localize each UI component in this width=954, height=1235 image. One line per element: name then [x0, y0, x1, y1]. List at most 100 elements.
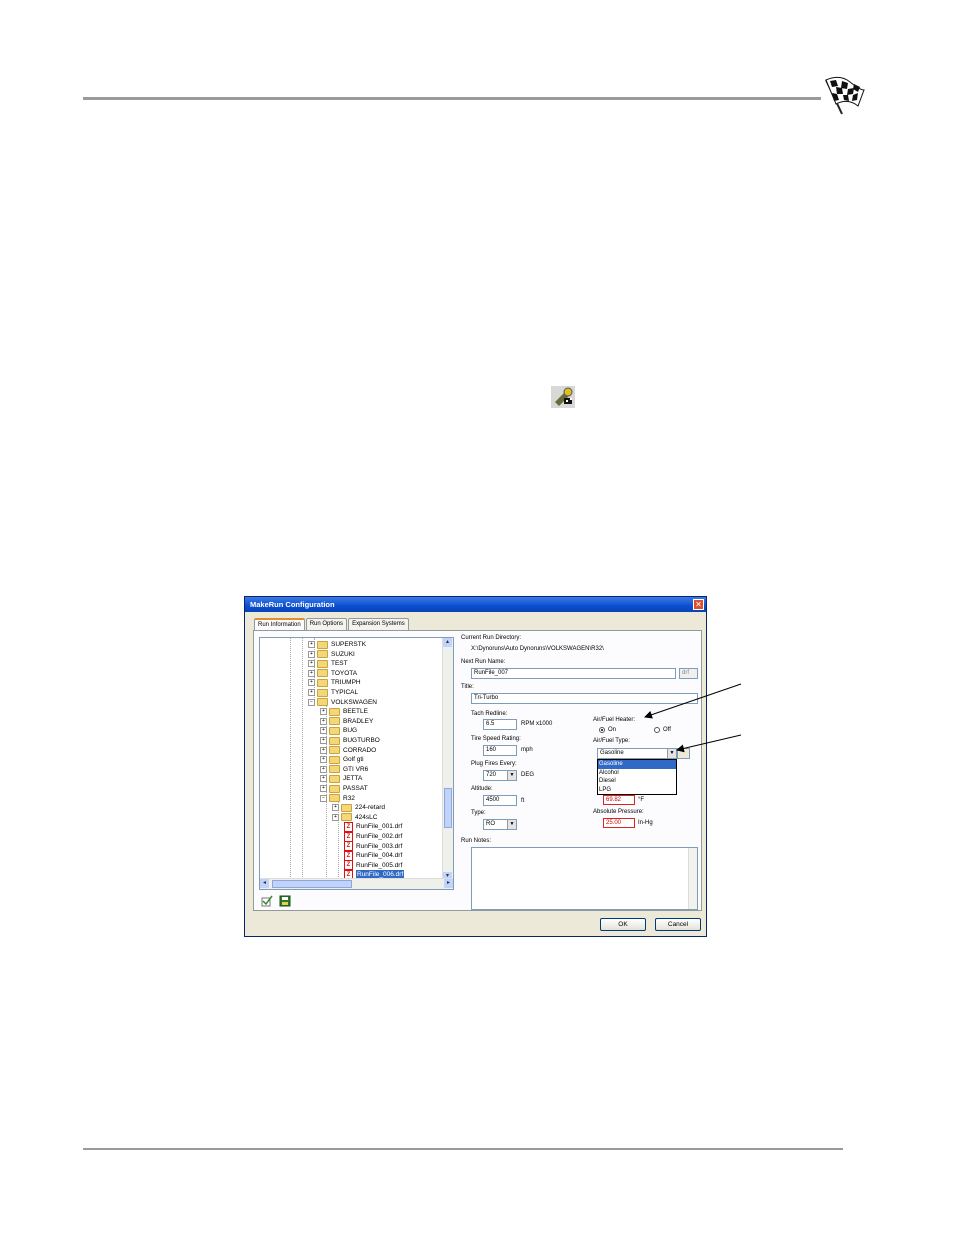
expand-toggle-icon[interactable]: + — [320, 717, 327, 725]
check-icon[interactable] — [261, 895, 273, 907]
expand-toggle-icon[interactable]: + — [308, 650, 315, 658]
folder-icon — [329, 726, 340, 735]
folder-icon — [341, 813, 352, 822]
tree-item[interactable]: + TYPICAL — [308, 688, 358, 697]
tab-run-options[interactable]: Run Options — [305, 618, 348, 630]
save-icon[interactable] — [279, 895, 291, 907]
expand-toggle-icon[interactable]: + — [308, 689, 315, 696]
tree-vertical-scrollbar[interactable]: ▴ ▾ — [442, 638, 453, 881]
expand-toggle-icon[interactable]: + — [332, 813, 339, 821]
tree-item[interactable]: + JETTA — [320, 774, 362, 783]
expand-toggle-icon[interactable]: + — [320, 785, 327, 792]
expand-toggle-icon[interactable]: + — [320, 737, 327, 744]
tree-item[interactable]: + Golf gti — [320, 755, 364, 764]
tree-item[interactable]: − VOLKSWAGEN — [308, 698, 377, 707]
expand-toggle-icon[interactable]: + — [308, 679, 315, 687]
expand-toggle-icon[interactable]: − — [320, 794, 327, 802]
tree-item[interactable]: + BEETLE — [320, 707, 368, 716]
expand-toggle-icon[interactable]: + — [320, 775, 327, 783]
tree-item[interactable]: Z RunFile_003.drf — [344, 841, 402, 852]
tree-vertical-scroll-thumb[interactable] — [444, 788, 452, 828]
altitude-unit: ft — [521, 798, 525, 804]
ok-button[interactable]: OK — [600, 918, 646, 931]
tree-item[interactable]: + BUG — [320, 726, 357, 735]
tree-item-label: PASSAT — [343, 785, 368, 792]
folder-icon — [329, 736, 340, 745]
expand-toggle-icon[interactable]: + — [320, 765, 327, 773]
folder-icon — [329, 765, 340, 774]
tree-item[interactable]: − R32 — [320, 794, 355, 803]
tree-item[interactable]: + GTI VR6 — [320, 765, 368, 774]
air-fuel-type-dropdown-list[interactable]: Gasoline Alcohol Diesel LPG — [597, 759, 677, 795]
tree-item[interactable]: + TRIUMPH — [308, 678, 361, 687]
tree-item-label: BUGTURBO — [343, 737, 380, 744]
tree-item[interactable]: + BRADLEY — [320, 717, 373, 726]
dialog-title: MakeRun Configuration — [245, 597, 706, 612]
makerun-configuration-dialog: MakeRun Configuration ✕ Run Information … — [244, 596, 707, 937]
folder-icon — [317, 698, 328, 707]
dropdown-option-lpg[interactable]: LPG — [598, 786, 676, 795]
tree-item[interactable]: Z RunFile_004.drf — [344, 850, 402, 861]
air-fuel-heater-label: Air/Fuel Heater: — [593, 717, 636, 723]
tree-horizontal-scrollbar[interactable]: ◂ ▸ — [260, 878, 453, 889]
tree-item[interactable]: Z RunFile_005.drf — [344, 860, 402, 871]
tree-item[interactable]: + SUPERSTK — [308, 640, 366, 649]
folder-icon — [329, 774, 340, 783]
run-file-icon: Z — [344, 850, 353, 861]
tire-speed-input[interactable]: 160 — [483, 745, 517, 756]
tree-item[interactable]: + BUGTURBO — [320, 736, 380, 745]
expand-toggle-icon[interactable]: − — [308, 698, 315, 706]
run-notes-textarea[interactable] — [471, 847, 698, 910]
tach-redline-input[interactable]: 6.5 — [483, 719, 517, 730]
folder-icon — [341, 803, 352, 812]
expand-toggle-icon[interactable]: + — [320, 708, 327, 716]
dropdown-option-diesel[interactable]: Diesel — [598, 777, 676, 786]
temperature-unit: °F — [638, 797, 645, 803]
run-directory-tree[interactable]: + SUPERSTK + SUZUKI + TEST + TOYOTA + TRIUMPH + TYP… — [259, 637, 454, 890]
air-fuel-type-select[interactable]: Gasoline ▼ — [597, 748, 677, 759]
heater-off-radio[interactable] — [654, 727, 660, 733]
temperature-input[interactable]: 69.82 — [603, 795, 635, 805]
close-button[interactable]: ✕ — [693, 599, 704, 610]
heater-on-radio[interactable] — [599, 727, 605, 733]
expand-toggle-icon[interactable]: + — [308, 641, 315, 648]
folder-icon — [329, 707, 340, 716]
tree-item-label: TOYOTA — [331, 669, 358, 677]
tree-item[interactable]: + SUZUKI — [308, 650, 355, 659]
chevron-down-icon[interactable]: ▼ — [507, 820, 516, 829]
tree-item[interactable]: Z RunFile_002.drf — [344, 831, 402, 842]
tree-item-label: 424sLC — [355, 813, 378, 821]
title-label: Title: — [461, 684, 474, 690]
tree-item[interactable]: +224-retard — [332, 803, 385, 812]
dropdown-option-alcohol[interactable]: Alcohol — [598, 769, 676, 778]
plug-fires-select[interactable]: 720 ▼ — [483, 770, 517, 781]
type-select[interactable]: RO ▼ — [483, 819, 517, 830]
tree-item[interactable]: + CORRADO — [320, 746, 376, 755]
tree-item[interactable]: + TEST — [308, 659, 348, 668]
tab-expansion-systems[interactable]: Expansion Systems — [348, 618, 409, 630]
dropdown-option-gasoline[interactable]: Gasoline — [598, 760, 676, 769]
cancel-button[interactable]: Cancel — [655, 918, 701, 931]
tree-horizontal-scroll-thumb[interactable] — [272, 880, 352, 888]
tree-item[interactable]: + PASSAT — [320, 784, 368, 793]
fuel-type-extra-button[interactable] — [677, 748, 690, 759]
expand-toggle-icon[interactable]: + — [308, 660, 315, 668]
expand-toggle-icon[interactable]: + — [332, 804, 339, 812]
expand-toggle-icon[interactable]: + — [320, 746, 327, 754]
altitude-input[interactable]: 4500 — [483, 795, 517, 806]
tree-item[interactable]: + TOYOTA — [308, 669, 357, 678]
tree-item-label: CORRADO — [343, 746, 377, 754]
absolute-pressure-input[interactable]: 25.00 — [603, 818, 635, 828]
chevron-down-icon[interactable]: ▼ — [667, 749, 676, 758]
expand-toggle-icon[interactable]: + — [320, 756, 327, 764]
tach-unit: RPM x1000 — [521, 721, 553, 727]
expand-toggle-icon[interactable]: + — [308, 669, 315, 677]
title-input[interactable]: Tri-Turbo — [471, 693, 698, 704]
expand-toggle-icon[interactable]: + — [320, 727, 327, 735]
chevron-down-icon[interactable]: ▼ — [507, 771, 516, 780]
tree-item-label: TRIUMPH — [331, 679, 361, 687]
tree-item[interactable]: Z RunFile_001.drf — [344, 821, 402, 832]
tree-item[interactable]: +424sLC — [332, 813, 377, 822]
next-run-name-input[interactable]: RunFile_007 — [471, 668, 676, 679]
folder-icon — [329, 794, 340, 803]
